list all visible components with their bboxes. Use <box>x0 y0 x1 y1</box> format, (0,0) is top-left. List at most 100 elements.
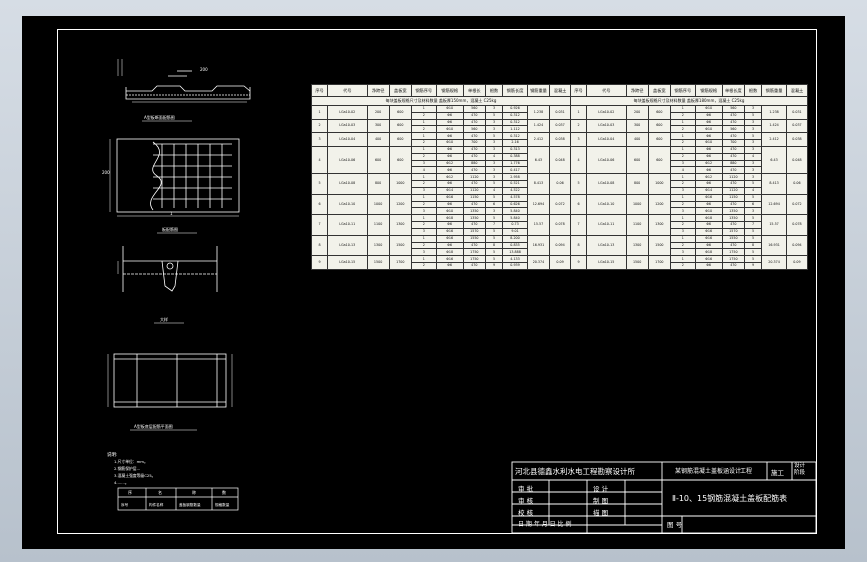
titleblock-date-row: 日 期 年 月 日 比 例 <box>518 521 572 528</box>
table-cell: 2.412 <box>526 132 551 147</box>
table-row: 3 LGa10-04 400 600 1 Φ6 470 5 0.312 2.412 0.038 3 LG… <box>310 132 809 147</box>
table-cell: 0.09 <box>785 255 809 270</box>
column-header: 钢筋序号 <box>410 84 437 97</box>
table-cell: 0.312 <box>502 111 528 120</box>
table-cell: 600 <box>647 118 671 134</box>
table-cell: 3 <box>743 145 763 154</box>
table-cell: Φ6 <box>435 241 464 250</box>
table-cell: 470 <box>462 145 486 154</box>
table-cell: 2 <box>669 200 696 209</box>
table-cell: 3 <box>743 159 763 168</box>
table-cell: 560 <box>462 125 486 134</box>
table-cell: 880 <box>721 159 745 168</box>
table-cell: 2 <box>669 125 696 134</box>
table-cell: 8 <box>743 241 763 250</box>
table-cell: 3 <box>743 125 763 134</box>
dim-side: 200 <box>102 170 110 175</box>
table-cell: 3 <box>570 132 588 147</box>
table-cell: 1.112 <box>502 125 528 134</box>
table-cell: 470 <box>721 145 745 154</box>
table-cell: Φ12 <box>694 159 723 168</box>
table-cell: 880 <box>462 159 486 168</box>
table-cell: 1 <box>410 173 437 182</box>
table-cell: 1120 <box>721 186 745 195</box>
note-line: 4.......。 <box>114 480 129 485</box>
table-cell: 2 <box>410 125 437 134</box>
table-cell: 470 <box>721 118 745 127</box>
titleblock-stage-label: 施工 <box>771 469 784 477</box>
table-cell: 8 <box>310 234 329 257</box>
drawing-canvas[interactable]: 200 A型板断面配筋图 200 1 板配筋图 大样 A型板底层配筋平面图 说明… <box>22 16 845 549</box>
table-cell: Φ6 <box>694 166 723 175</box>
table-cell: 470 <box>462 200 486 209</box>
table-cell: 6 <box>484 200 504 209</box>
table-cell: 0.072 <box>785 193 809 216</box>
table-cell: 3 <box>743 207 763 216</box>
table-cell: 1750 <box>462 255 486 264</box>
table-cell: Φ10 <box>435 139 464 147</box>
table-cell: Φ10 <box>435 207 464 216</box>
dim-width-top: 200 <box>200 67 208 72</box>
table-cell: LGa10-13 <box>327 234 368 257</box>
table-cell: Φ6 <box>694 111 723 120</box>
table-cell: 5 <box>743 248 763 257</box>
table-cell: 3 <box>484 125 504 134</box>
table-cell: 6 <box>743 200 763 209</box>
table-cell: 1 <box>410 193 437 202</box>
table-cell: Φ6 <box>694 132 723 141</box>
table-cell: 5 <box>743 214 763 223</box>
table-cell: 5 <box>743 234 763 243</box>
table-cell: 3 <box>484 207 504 216</box>
table-cell: 0.038 <box>785 132 809 147</box>
table-row: 7 LGa10-11 1100 1300 1 Φ18 1350 5 5.840 15.57 0.07… <box>310 214 809 236</box>
table-cell: 5.840 <box>502 214 528 223</box>
table-cell: Φ18 <box>435 248 464 257</box>
table-cell: Φ6 <box>435 221 464 229</box>
table-cell: 1 <box>669 214 696 223</box>
table-cell: 0.06 <box>785 173 809 195</box>
table-cell: Φ6 <box>694 262 723 270</box>
table-cell: 470 <box>462 118 486 127</box>
table-cell: 0.078 <box>785 214 809 236</box>
table-cell: 0.09 <box>549 255 572 270</box>
table-cell: 1500 <box>388 234 412 257</box>
titleblock-approve: 审 批 <box>518 485 534 493</box>
table-cell: 3 <box>484 166 504 175</box>
table-cell: 8.413 <box>761 173 787 195</box>
legend-header: 序 <box>128 489 132 495</box>
table-cell: 0.312 <box>502 132 528 141</box>
table-cell: 0.094 <box>549 234 572 257</box>
titleblock-company: 河北县德鑫水利水电工程勘察设计所 <box>515 467 635 476</box>
table-cell: 0.521 <box>502 180 528 188</box>
table-cell: Φ12 <box>694 173 723 182</box>
table-cell: 1.424 <box>761 118 787 134</box>
table-cell: 600 <box>625 145 649 175</box>
column-header: 钢筋规格 <box>694 84 723 97</box>
note-line: 3.混凝土强度等级C25。 <box>114 473 155 478</box>
table-cell: 16.931 <box>526 234 551 257</box>
left-note: 每块盖板规格尺寸及材料数量 盖板厚150mm，混凝土 C25kg <box>310 96 572 106</box>
legend-cell: 规格数量 <box>215 502 230 507</box>
table-cell: 7 <box>743 221 763 229</box>
table-cell: 2.958 <box>502 173 528 182</box>
table-cell: Φ14 <box>435 186 464 195</box>
column-header: 序号 <box>310 84 329 97</box>
table-cell: 470 <box>462 221 486 229</box>
table-cell: 1700 <box>388 255 412 270</box>
table-cell: Φ6 <box>435 132 464 141</box>
table-cell: Φ6 <box>435 200 464 209</box>
table-cell: 2 <box>410 200 437 209</box>
table-cell: 470 <box>721 262 745 270</box>
table-cell: Φ6 <box>694 118 723 127</box>
table-cell: 1570 <box>462 227 486 236</box>
table-cell: 3 <box>410 159 437 168</box>
table-cell: 1000 <box>625 193 649 216</box>
table-cell: 0.078 <box>549 214 572 236</box>
table-cell: Φ6 <box>694 221 723 229</box>
table-cell: 3 <box>484 173 504 182</box>
cad-application-window: 200 A型板断面配筋图 200 1 板配筋图 大样 A型板底层配筋平面图 说明… <box>0 0 867 562</box>
table-cell: 300 <box>366 118 390 134</box>
table-cell: 7 <box>310 214 329 236</box>
table-cell: 2 <box>410 111 437 120</box>
table-cell: 8 <box>484 241 504 250</box>
